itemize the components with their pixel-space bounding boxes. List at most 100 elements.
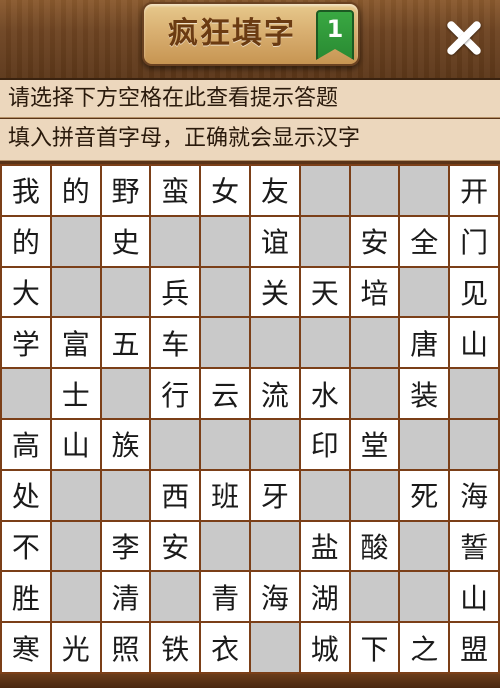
empty-grid-cell[interactable] <box>300 318 349 368</box>
grid-cell[interactable]: 盐 <box>300 521 349 571</box>
empty-grid-cell[interactable] <box>201 419 249 469</box>
empty-grid-cell[interactable] <box>400 521 449 571</box>
grid-cell[interactable]: 蛮 <box>151 166 200 215</box>
grid-cell[interactable]: 五 <box>101 318 150 368</box>
grid-cell[interactable]: 行 <box>151 369 200 418</box>
grid-cell[interactable]: 富 <box>51 318 100 368</box>
grid-cell[interactable]: 清 <box>101 572 150 622</box>
empty-grid-cell[interactable] <box>51 572 100 622</box>
grid-cell[interactable]: 兵 <box>151 267 200 317</box>
grid-cell[interactable]: 盟 <box>450 623 498 672</box>
empty-grid-cell[interactable] <box>201 521 249 571</box>
grid-cell[interactable]: 高 <box>2 419 50 469</box>
grid-cell[interactable]: 处 <box>2 470 50 520</box>
grid-cell[interactable]: 海 <box>250 572 299 622</box>
empty-grid-cell[interactable] <box>51 521 100 571</box>
grid-cell[interactable]: 光 <box>51 623 100 672</box>
empty-grid-cell[interactable] <box>300 166 349 215</box>
grid-cell[interactable]: 山 <box>450 572 498 622</box>
grid-cell[interactable]: 寒 <box>2 623 50 672</box>
empty-grid-cell[interactable] <box>151 419 200 469</box>
grid-cell[interactable]: 我 <box>2 166 50 215</box>
empty-grid-cell[interactable] <box>250 318 299 368</box>
grid-cell[interactable]: 下 <box>350 623 399 672</box>
grid-cell[interactable]: 装 <box>400 369 449 418</box>
grid-cell[interactable]: 谊 <box>250 216 299 266</box>
empty-grid-cell[interactable] <box>51 216 100 266</box>
grid-cell[interactable]: 誓 <box>450 521 498 571</box>
grid-cell[interactable]: 云 <box>201 369 249 418</box>
grid-cell[interactable]: 天 <box>300 267 349 317</box>
grid-cell[interactable]: 全 <box>400 216 449 266</box>
grid-cell[interactable]: 照 <box>101 623 150 672</box>
grid-cell[interactable]: 开 <box>450 166 498 215</box>
grid-cell[interactable]: 山 <box>450 318 498 368</box>
empty-grid-cell[interactable] <box>201 318 249 368</box>
empty-grid-cell[interactable] <box>400 419 449 469</box>
grid-cell[interactable]: 西 <box>151 470 200 520</box>
empty-grid-cell[interactable] <box>101 470 150 520</box>
empty-grid-cell[interactable] <box>2 369 50 418</box>
grid-cell[interactable]: 山 <box>51 419 100 469</box>
grid-cell[interactable]: 士 <box>51 369 100 418</box>
grid-cell[interactable]: 关 <box>250 267 299 317</box>
empty-grid-cell[interactable] <box>51 470 100 520</box>
grid-cell[interactable]: 族 <box>101 419 150 469</box>
grid-cell[interactable]: 培 <box>350 267 399 317</box>
empty-grid-cell[interactable] <box>300 470 349 520</box>
grid-cell[interactable]: 史 <box>101 216 150 266</box>
empty-grid-cell[interactable] <box>350 166 399 215</box>
grid-cell[interactable]: 的 <box>2 216 50 266</box>
empty-grid-cell[interactable] <box>250 419 299 469</box>
grid-cell[interactable]: 安 <box>151 521 200 571</box>
empty-grid-cell[interactable] <box>250 521 299 571</box>
grid-cell[interactable]: 印 <box>300 419 349 469</box>
grid-cell[interactable]: 水 <box>300 369 349 418</box>
empty-grid-cell[interactable] <box>350 470 399 520</box>
empty-grid-cell[interactable] <box>101 267 150 317</box>
grid-cell[interactable]: 海 <box>450 470 498 520</box>
empty-grid-cell[interactable] <box>350 369 399 418</box>
empty-grid-cell[interactable] <box>201 216 249 266</box>
grid-cell[interactable]: 安 <box>350 216 399 266</box>
empty-grid-cell[interactable] <box>350 318 399 368</box>
grid-cell[interactable]: 湖 <box>300 572 349 622</box>
grid-cell[interactable]: 班 <box>201 470 249 520</box>
grid-cell[interactable]: 铁 <box>151 623 200 672</box>
grid-cell[interactable]: 胜 <box>2 572 50 622</box>
grid-cell[interactable]: 流 <box>250 369 299 418</box>
grid-cell[interactable]: 堂 <box>350 419 399 469</box>
close-icon[interactable] <box>436 10 492 66</box>
grid-cell[interactable]: 酸 <box>350 521 399 571</box>
grid-cell[interactable]: 衣 <box>201 623 249 672</box>
empty-grid-cell[interactable] <box>201 267 249 317</box>
empty-grid-cell[interactable] <box>300 216 349 266</box>
grid-cell[interactable]: 大 <box>2 267 50 317</box>
empty-grid-cell[interactable] <box>51 267 100 317</box>
grid-cell[interactable]: 之 <box>400 623 449 672</box>
grid-cell[interactable]: 门 <box>450 216 498 266</box>
grid-cell[interactable]: 唐 <box>400 318 449 368</box>
grid-cell[interactable]: 城 <box>300 623 349 672</box>
empty-grid-cell[interactable] <box>400 572 449 622</box>
grid-cell[interactable]: 野 <box>101 166 150 215</box>
empty-grid-cell[interactable] <box>101 369 150 418</box>
grid-cell[interactable]: 女 <box>201 166 249 215</box>
empty-grid-cell[interactable] <box>450 369 498 418</box>
empty-grid-cell[interactable] <box>400 267 449 317</box>
grid-cell[interactable]: 李 <box>101 521 150 571</box>
grid-cell[interactable]: 青 <box>201 572 249 622</box>
grid-cell[interactable]: 车 <box>151 318 200 368</box>
empty-grid-cell[interactable] <box>400 166 449 215</box>
empty-grid-cell[interactable] <box>250 623 299 672</box>
empty-grid-cell[interactable] <box>151 572 200 622</box>
grid-cell[interactable]: 友 <box>250 166 299 215</box>
empty-grid-cell[interactable] <box>350 572 399 622</box>
grid-cell[interactable]: 见 <box>450 267 498 317</box>
grid-cell[interactable]: 牙 <box>250 470 299 520</box>
grid-cell[interactable]: 的 <box>51 166 100 215</box>
empty-grid-cell[interactable] <box>450 419 498 469</box>
empty-grid-cell[interactable] <box>151 216 200 266</box>
grid-cell[interactable]: 不 <box>2 521 50 571</box>
grid-cell[interactable]: 学 <box>2 318 50 368</box>
